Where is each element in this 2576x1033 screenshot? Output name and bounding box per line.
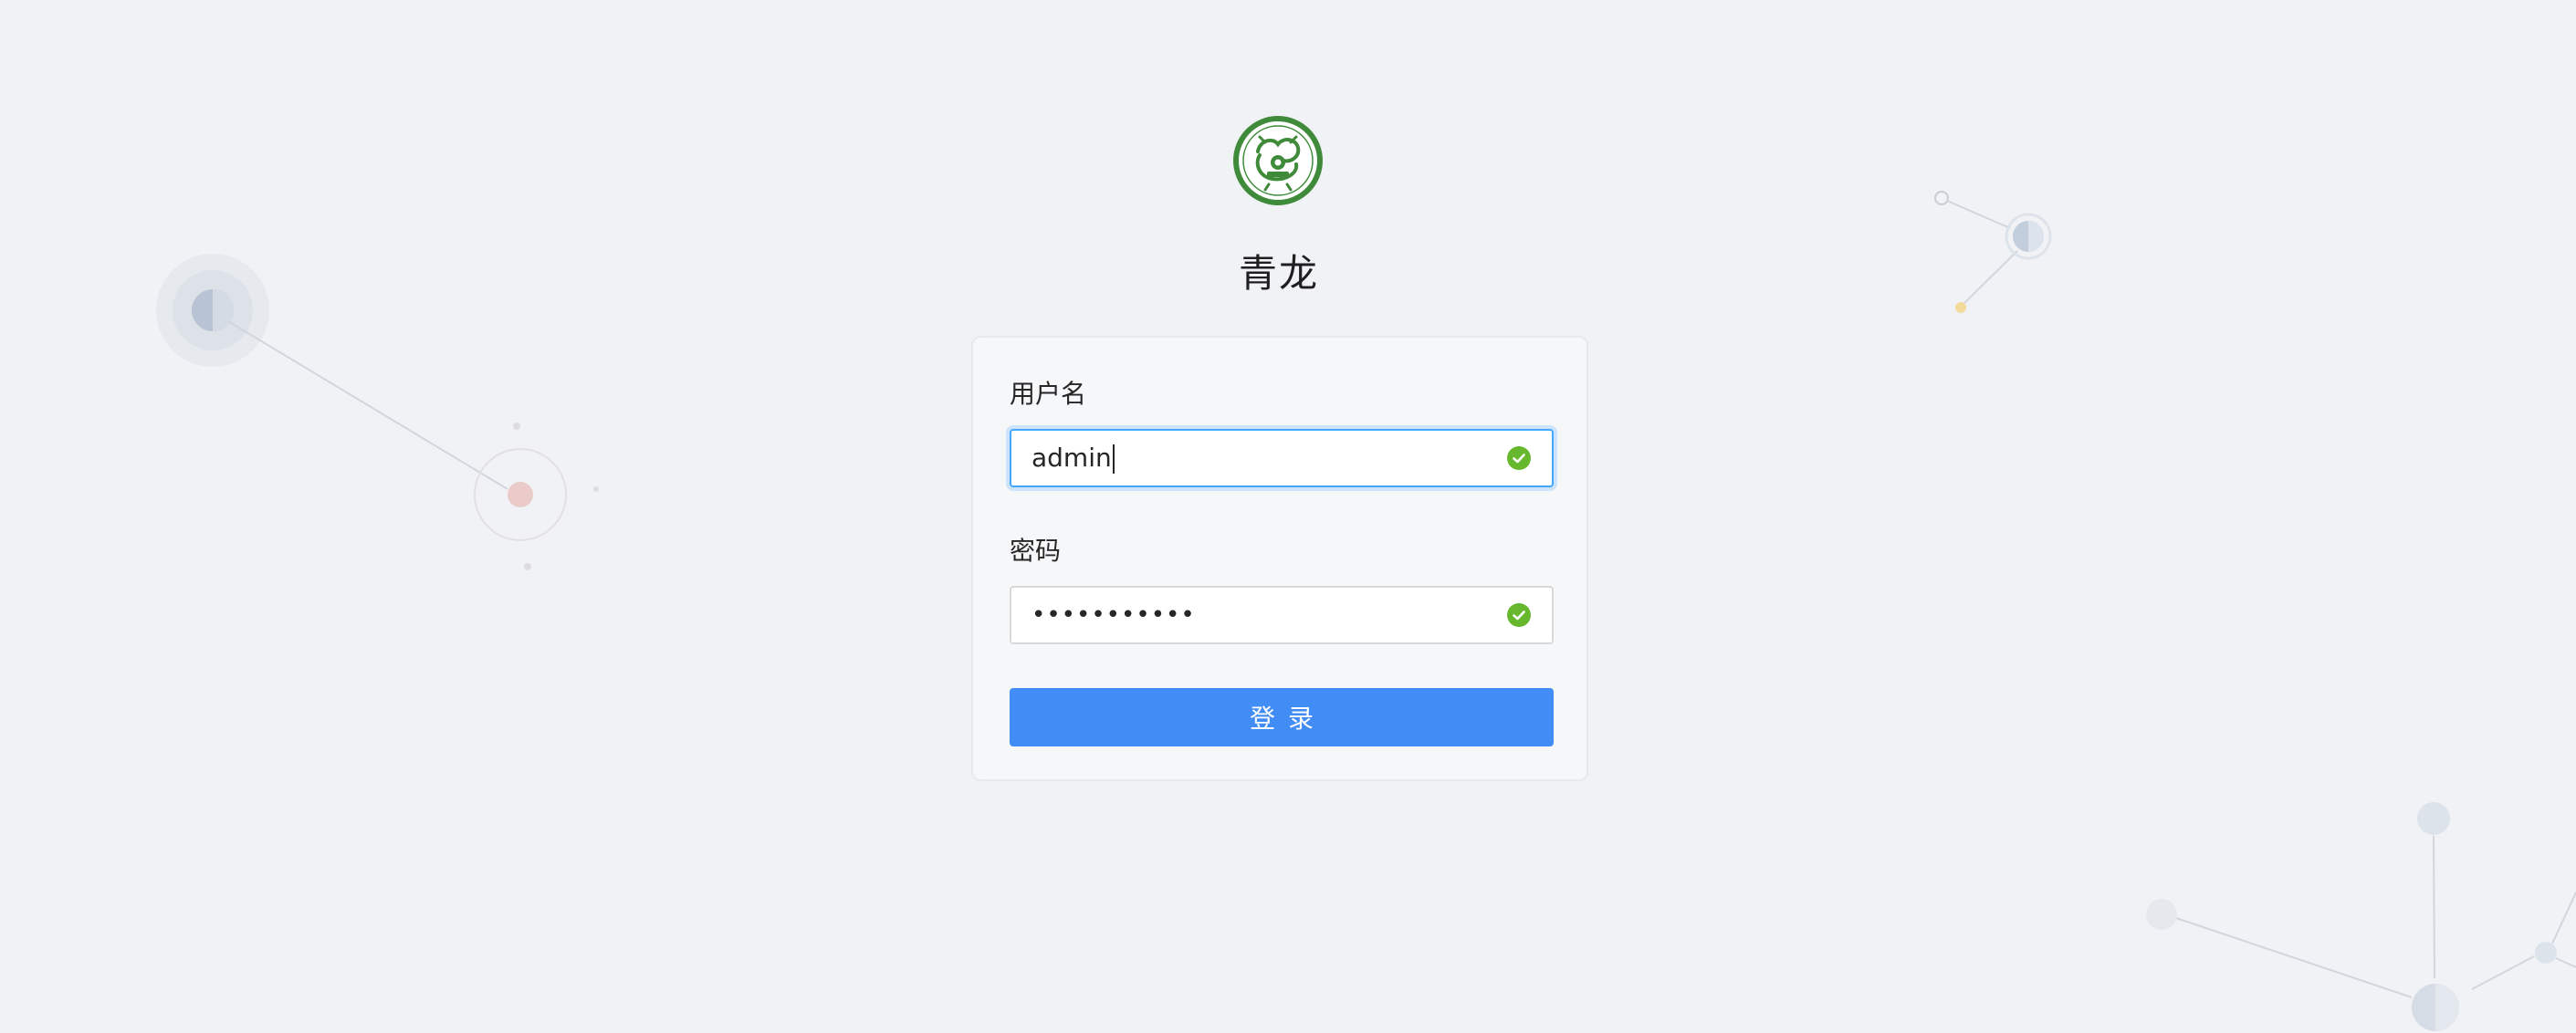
- decor-line: [2175, 917, 2413, 998]
- decor-line: [1962, 250, 2018, 306]
- password-label: 密码: [1010, 536, 1062, 566]
- decor-line: [227, 320, 508, 490]
- password-mask: •••••••••••: [1031, 601, 1196, 629]
- username-label: 用户名: [1010, 379, 1087, 409]
- decor-line: [2433, 835, 2435, 979]
- username-value: admin: [1031, 443, 1112, 473]
- text-caret: [1112, 444, 1115, 474]
- decor-dot: [513, 423, 520, 430]
- decor-circle: [2535, 942, 2557, 964]
- username-input[interactable]: admin: [1010, 429, 1554, 487]
- decor-ring: [1934, 191, 1949, 205]
- decor-circle: [2146, 899, 2177, 930]
- decor-dot: [1955, 302, 1966, 313]
- decor-line: [2471, 955, 2535, 990]
- decor-circle: [2417, 802, 2450, 835]
- username-input-text: admin: [1031, 431, 1115, 485]
- decor-line: [2551, 892, 2576, 944]
- decor-half-circle: [2435, 984, 2459, 1031]
- login-form-card: 用户名 admin 密码 ••••••••••• 登录: [971, 336, 1588, 781]
- decor-line: [2555, 957, 2576, 968]
- decor-dot: [524, 563, 531, 570]
- decor-dot: [508, 482, 533, 507]
- decor-dot: [593, 486, 599, 492]
- check-circle-icon: [1507, 603, 1531, 627]
- decor-half-circle: [2028, 221, 2044, 252]
- login-button[interactable]: 登录: [1010, 688, 1554, 746]
- app-title: 青龙: [1238, 251, 1319, 296]
- qinglong-dragon-logo-icon: [1232, 115, 1324, 206]
- decor-line: [1946, 200, 2011, 229]
- check-circle-icon: [1507, 446, 1531, 470]
- password-input[interactable]: •••••••••••: [1010, 586, 1554, 644]
